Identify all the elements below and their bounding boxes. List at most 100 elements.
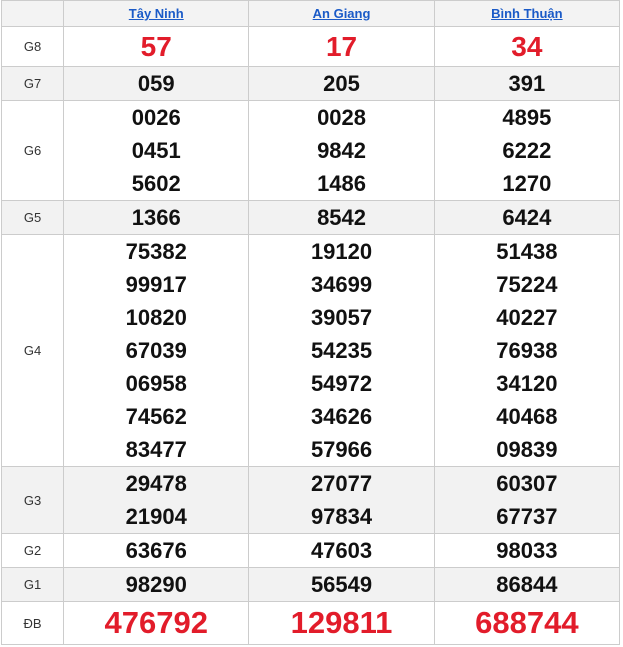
prize-number: 5602 xyxy=(131,171,181,196)
province-link-binh-thuan[interactable]: Bình Thuận xyxy=(491,6,563,21)
prize-cell: 98033 xyxy=(433,533,621,568)
prize-label: ĐB xyxy=(0,601,65,645)
prize-cell: 476792 xyxy=(63,601,250,645)
prize-number: 98033 xyxy=(496,538,558,563)
prize-number: 688744 xyxy=(475,605,579,640)
province-header-row: Tây Ninh An Giang Bình Thuận xyxy=(0,0,621,27)
prize-cell: 4895 6222 1270 xyxy=(433,100,621,201)
prize-number: 67039 xyxy=(125,338,187,363)
prize-row-đb: ĐB 476792 129811 688744 xyxy=(0,601,621,645)
prize-label: G3 xyxy=(0,466,65,534)
prize-number: 56549 xyxy=(310,572,373,597)
prize-number: 059 xyxy=(137,71,175,96)
prize-number: 1366 xyxy=(131,205,181,230)
prize-cell: 86844 xyxy=(433,567,621,602)
prize-number: 1486 xyxy=(317,171,367,196)
prize-number: 34120 xyxy=(496,371,558,396)
prize-number: 47603 xyxy=(310,538,373,563)
prize-cell: 0026 0451 5602 xyxy=(63,100,250,201)
prize-number: 129811 xyxy=(290,605,393,640)
prize-cell: 75382 99917 10820 67039 06958 74562 83477 xyxy=(63,234,250,467)
province-header-1: An Giang xyxy=(248,0,435,27)
prize-number: 97834 xyxy=(310,504,373,529)
prize-cell: 29478 21904 xyxy=(63,466,250,534)
prize-cell: 57 xyxy=(63,26,250,67)
lottery-results-table: Tây Ninh An Giang Bình Thuận G8 57 17 34 G7 0… xyxy=(0,0,621,645)
prize-row-g3: G3 29478 21904 27077 97834 60307 67737 xyxy=(0,466,621,534)
prize-row-g6: G6 0026 0451 5602 0028 9842 1486 4895 6222 1270 xyxy=(0,100,621,201)
prize-cell: 0028 9842 1486 xyxy=(248,100,435,201)
prize-number: 17 xyxy=(325,31,358,62)
province-link-an-giang[interactable]: An Giang xyxy=(313,6,371,21)
prize-row-g1: G1 98290 56549 86844 xyxy=(0,567,621,602)
prize-number: 476792 xyxy=(104,605,208,640)
prize-number: 75224 xyxy=(496,272,558,297)
prize-number: 27077 xyxy=(310,471,373,496)
prize-number: 19120 xyxy=(310,239,373,264)
prize-cell: 6424 xyxy=(433,200,621,235)
prize-label: G6 xyxy=(0,100,65,201)
province-header-2: Bình Thuận xyxy=(433,0,621,27)
prize-cell: 51438 75224 40227 76938 34120 40468 09839 xyxy=(433,234,621,467)
prize-row-g2: G2 63676 47603 98033 xyxy=(0,533,621,568)
prize-number: 9842 xyxy=(317,138,367,163)
corner-cell xyxy=(0,0,65,27)
prize-cell: 17 xyxy=(248,26,435,67)
prize-number: 98290 xyxy=(125,572,187,597)
prize-number: 40468 xyxy=(496,404,558,429)
prize-number: 39057 xyxy=(310,305,373,330)
prize-row-g5: G5 1366 8542 6424 xyxy=(0,200,621,235)
prize-cell: 8542 xyxy=(248,200,435,235)
prize-label: G2 xyxy=(0,533,65,568)
prize-row-g8: G8 57 17 34 xyxy=(0,26,621,67)
prize-number: 63676 xyxy=(125,538,187,563)
prize-number: 0451 xyxy=(131,138,181,163)
prize-number: 6424 xyxy=(502,205,552,230)
prize-cell: 19120 34699 39057 54235 54972 34626 57966 xyxy=(248,234,435,467)
prize-label: G7 xyxy=(0,66,65,101)
prize-number: 29478 xyxy=(125,471,187,496)
province-header-0: Tây Ninh xyxy=(63,0,250,27)
prize-number: 76938 xyxy=(496,338,558,363)
prize-number: 74562 xyxy=(125,404,187,429)
prize-number: 57966 xyxy=(310,437,373,462)
prize-number: 99917 xyxy=(125,272,187,297)
prize-number: 391 xyxy=(508,71,546,96)
province-link-tay-ninh[interactable]: Tây Ninh xyxy=(129,6,184,21)
prize-number: 57 xyxy=(140,31,172,62)
prize-number: 6222 xyxy=(502,138,552,163)
prize-label: G4 xyxy=(0,234,65,467)
prize-number: 54972 xyxy=(310,371,373,396)
prize-number: 60307 xyxy=(496,471,558,496)
prize-cell: 60307 67737 xyxy=(433,466,621,534)
prize-cell: 47603 xyxy=(248,533,435,568)
prize-number: 205 xyxy=(323,71,360,96)
prize-number: 54235 xyxy=(310,338,373,363)
prize-number: 34626 xyxy=(310,404,373,429)
prize-table-body: G8 57 17 34 G7 059 205 391 G6 0026 0451 5602 0028 984… xyxy=(0,26,621,645)
prize-number: 06958 xyxy=(125,371,187,396)
prize-label: G5 xyxy=(0,200,65,235)
prize-number: 67737 xyxy=(496,504,558,529)
prize-cell: 56549 xyxy=(248,567,435,602)
prize-number: 83477 xyxy=(125,437,187,462)
prize-number: 0028 xyxy=(317,105,367,130)
prize-number: 75382 xyxy=(125,239,187,264)
prize-number: 51438 xyxy=(496,239,558,264)
prize-number: 34699 xyxy=(310,272,373,297)
prize-number: 1270 xyxy=(502,171,552,196)
prize-number: 86844 xyxy=(496,572,558,597)
prize-cell: 391 xyxy=(433,66,621,101)
prize-cell: 27077 97834 xyxy=(248,466,435,534)
prize-cell: 34 xyxy=(433,26,621,67)
prize-label: G8 xyxy=(0,26,65,67)
prize-number: 4895 xyxy=(502,105,552,130)
prize-cell: 98290 xyxy=(63,567,250,602)
prize-number: 09839 xyxy=(496,437,558,462)
prize-cell: 129811 xyxy=(248,601,435,645)
prize-row-g7: G7 059 205 391 xyxy=(0,66,621,101)
prize-cell: 63676 xyxy=(63,533,250,568)
prize-cell: 1366 xyxy=(63,200,250,235)
prize-cell: 059 xyxy=(63,66,250,101)
prize-number: 40227 xyxy=(496,305,558,330)
